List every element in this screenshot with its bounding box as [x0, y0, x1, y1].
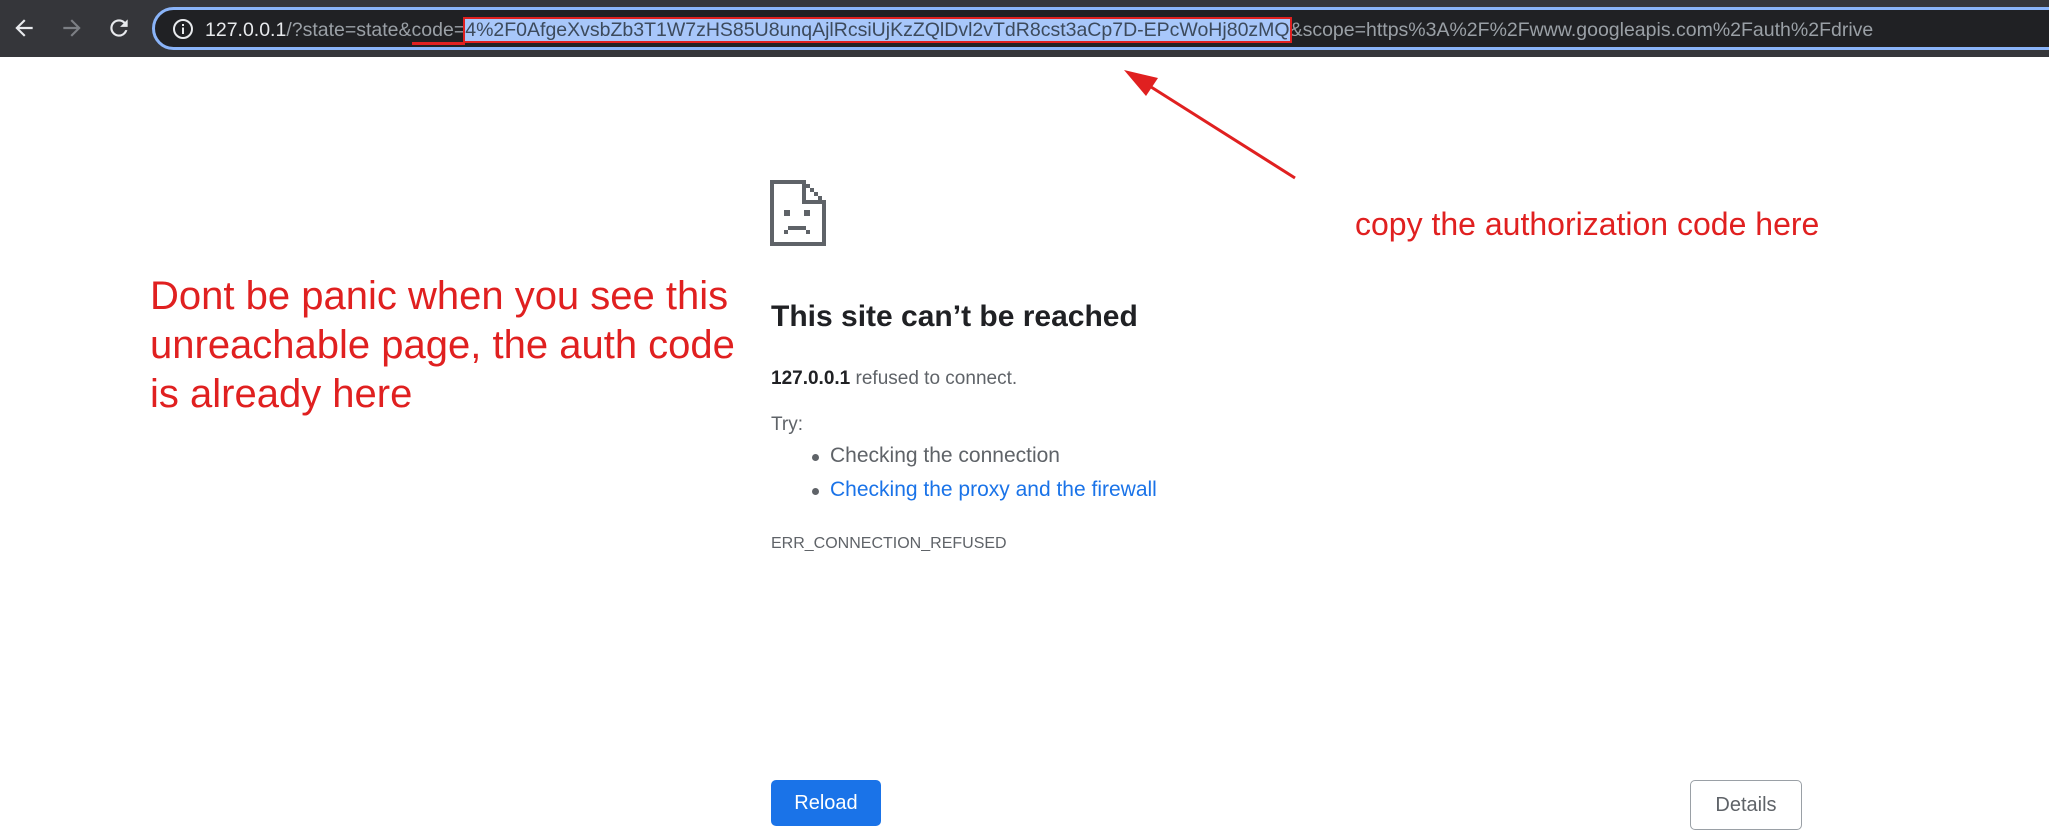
browser-toolbar: 127.0.0.1/?state=state&code=4%2F0AfgeXvs…	[0, 0, 2049, 57]
error-message-text: refused to connect.	[850, 368, 1018, 389]
back-button[interactable]	[6, 10, 42, 46]
url-code-key: code=	[411, 19, 466, 45]
reload-icon	[110, 19, 128, 37]
reload-toolbar-button[interactable]	[101, 10, 137, 46]
url-scope: &scope=https%3A%2F%2Fwww.googleapis.com%…	[1289, 19, 1874, 41]
error-message: 127.0.0.1 refused to connect.	[771, 368, 1017, 390]
sad-page-icon	[770, 180, 826, 246]
details-button[interactable]: Details	[1690, 780, 1802, 830]
url-host: 127.0.0.1	[205, 19, 287, 41]
try-label: Try:	[771, 414, 804, 435]
error-title: This site can’t be reached	[771, 300, 1138, 333]
annotation-left-note: Dont be panic when you see this unreacha…	[150, 274, 735, 416]
url-text[interactable]: 127.0.0.1/?state=state&code=4%2F0AfgeXvs…	[205, 17, 1874, 45]
arrow-right-icon	[63, 19, 81, 37]
arrow-left-icon	[15, 19, 33, 37]
error-host: 127.0.0.1	[771, 368, 851, 389]
error-code: ERR_CONNECTION_REFUSED	[771, 535, 1007, 552]
address-bar[interactable]: 127.0.0.1/?state=state&code=4%2F0AfgeXvs…	[152, 7, 2049, 50]
reload-button[interactable]: Reload	[771, 780, 881, 826]
forward-button[interactable]	[54, 10, 90, 46]
info-icon[interactable]	[171, 17, 195, 41]
url-path: /?state=state&	[286, 19, 412, 41]
suggestion-check-connection: Checking the connection	[812, 444, 1060, 467]
suggestion-check-proxy-link[interactable]: Checking the proxy and the firewall	[812, 478, 1157, 502]
annotation-right-note: copy the authorization code here	[1355, 206, 1820, 242]
url-code-value-selected[interactable]: 4%2F0AfgeXvsbZb3T1W7zHS85U8unqAjlRcsiUjK…	[463, 17, 1292, 43]
